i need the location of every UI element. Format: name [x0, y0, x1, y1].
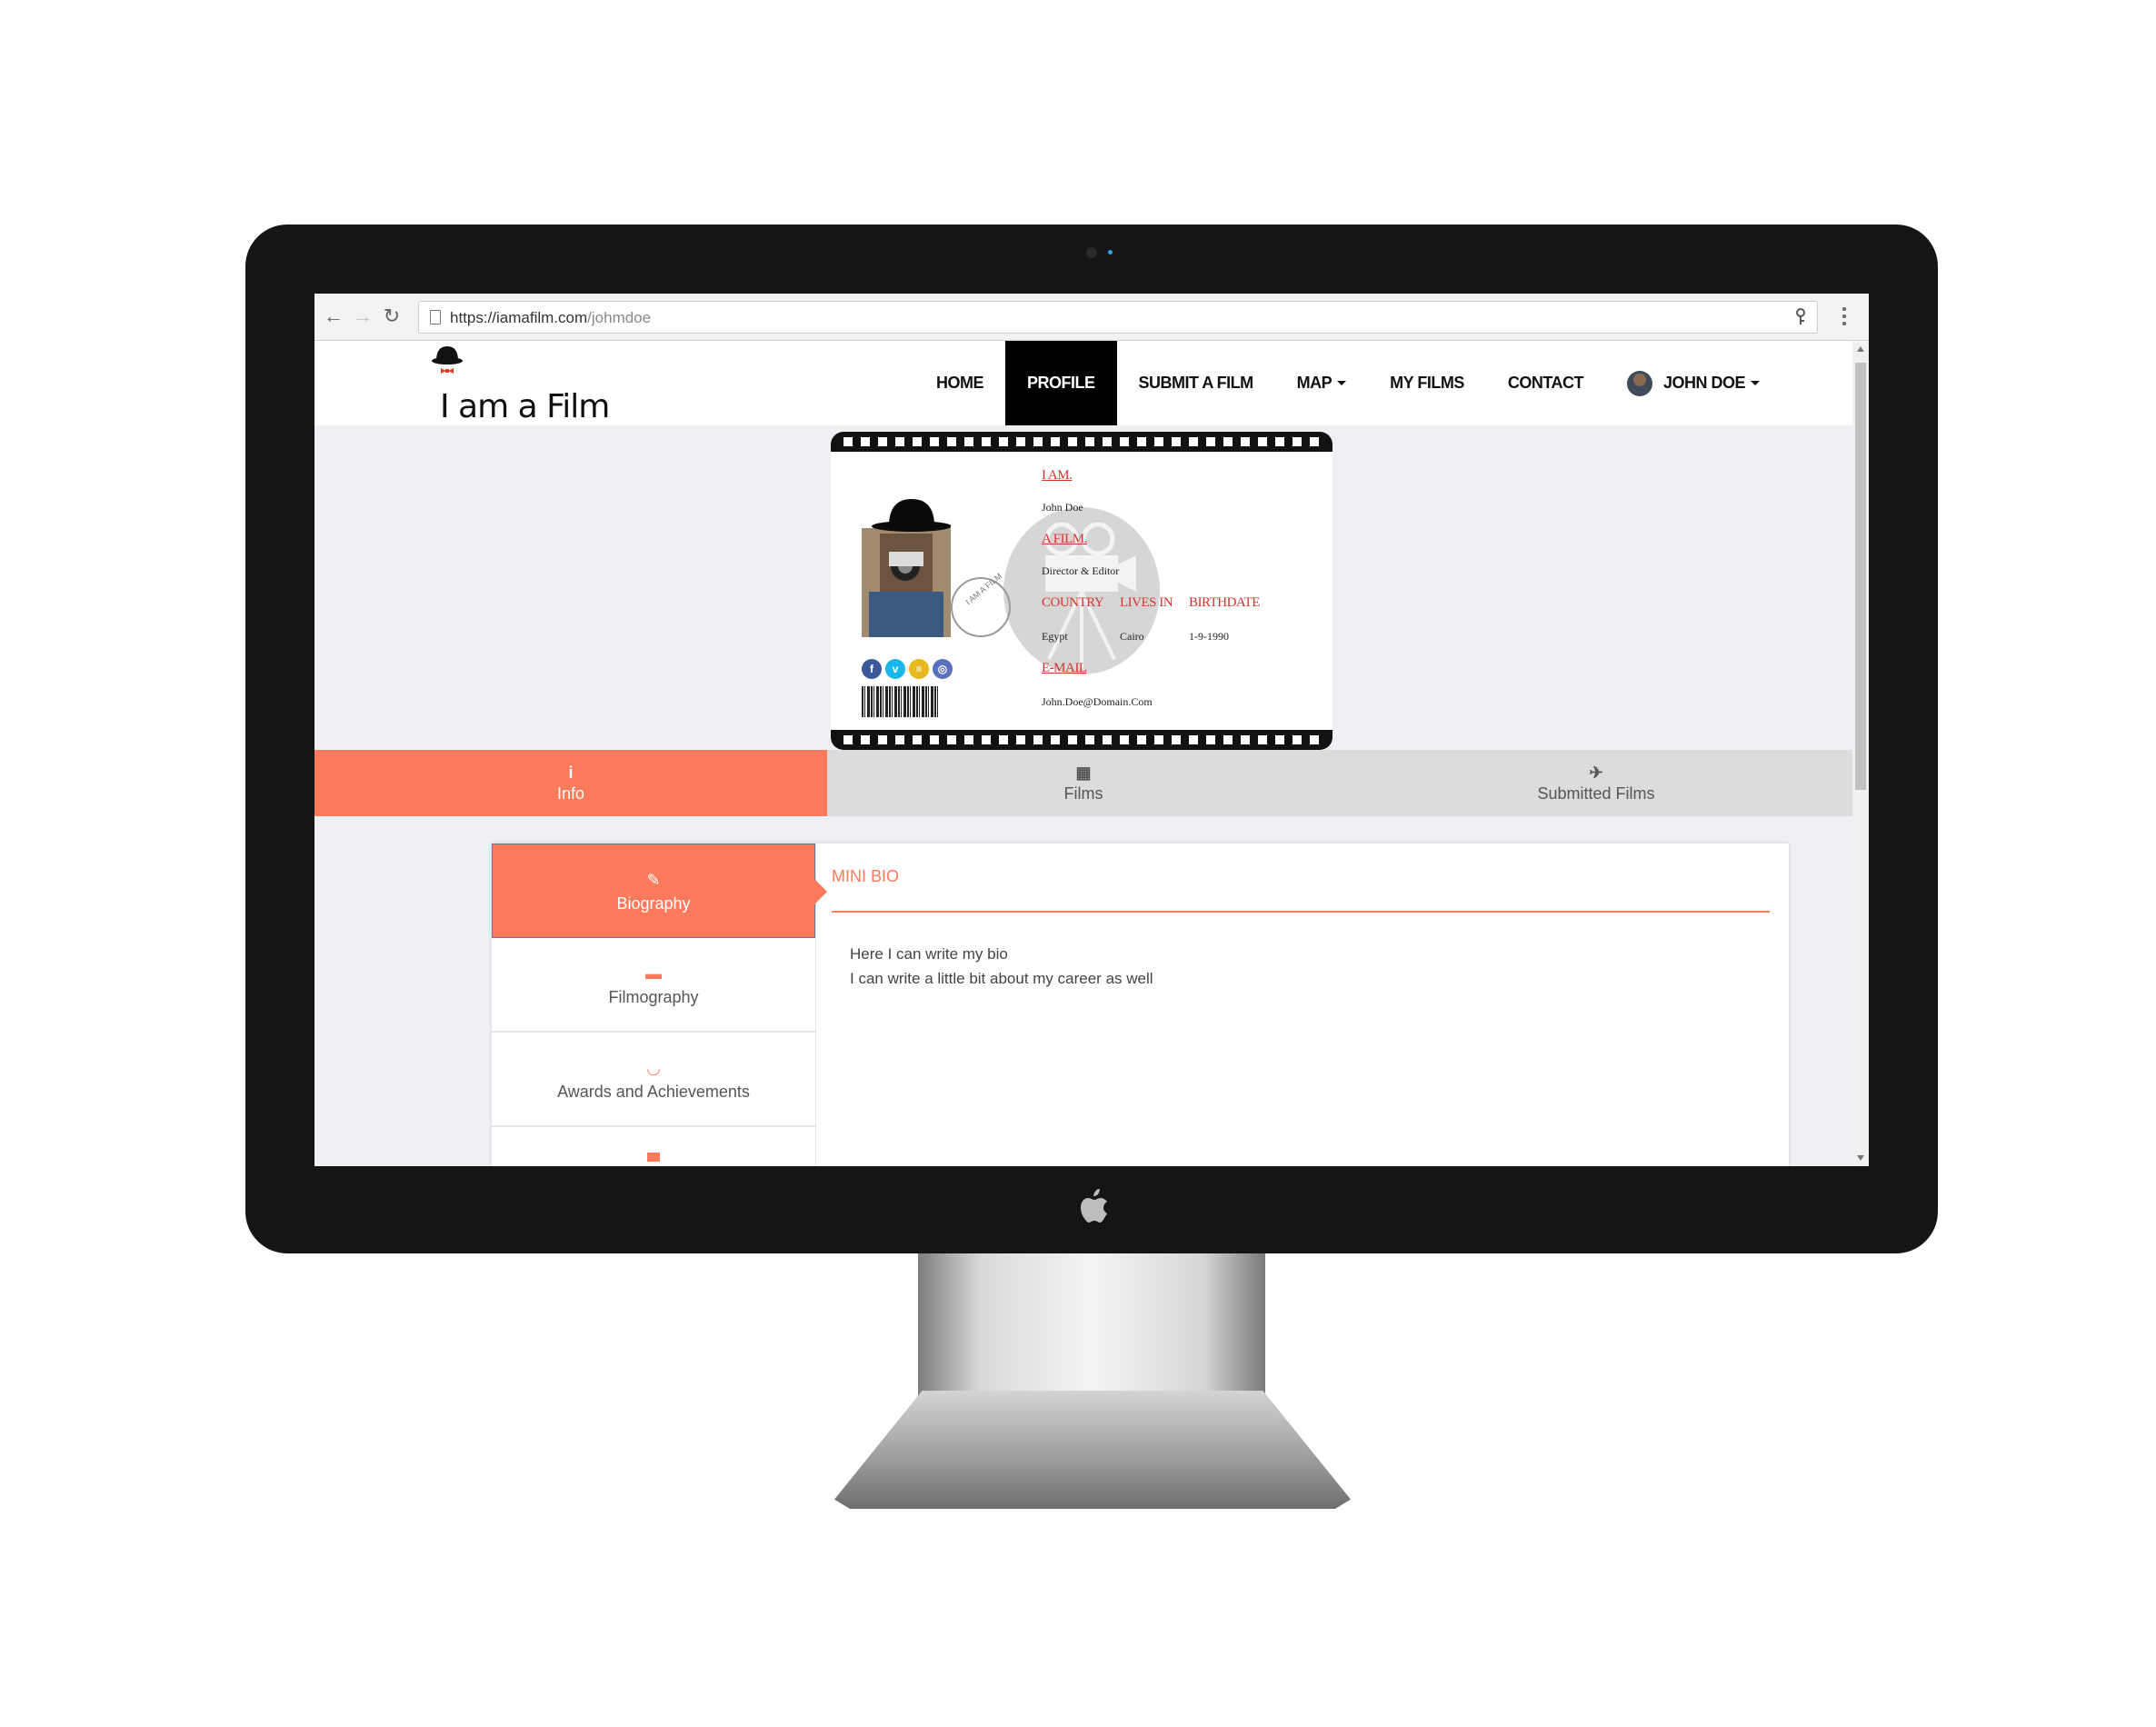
- monitor-stand-neck: [918, 1253, 1265, 1399]
- monitor-stand-foot: [834, 1391, 1351, 1509]
- mini-bio-divider: [832, 911, 1770, 913]
- tab-label: Submitted Films: [1537, 784, 1655, 803]
- info-panel: ✎ Biography ▬ Filmography ◡ Awards and Achiev…: [492, 844, 1789, 1166]
- side-tab-awards-and-achievements[interactable]: ◡ Awards and Achievements: [492, 1033, 815, 1127]
- site-logo[interactable]: I am a Film: [429, 343, 610, 425]
- nav-label: HOME: [936, 374, 984, 392]
- tab-label: Films: [1063, 784, 1103, 803]
- bio-line-2: I can write a little bit about my career…: [850, 970, 1153, 987]
- nav-user-menu[interactable]: JOHN DOE: [1605, 341, 1782, 425]
- side-tab-biography[interactable]: ✎ Biography: [492, 844, 827, 938]
- film-strip-bottom: [831, 730, 1333, 750]
- edit-icon: ✎: [646, 870, 661, 889]
- stamp-text: I AM A FILM: [963, 571, 1004, 607]
- birthdate-label: BIRTHDATE: [1189, 595, 1260, 610]
- user-avatar: [1627, 370, 1652, 396]
- facebook-icon[interactable]: f: [862, 659, 882, 679]
- profile-email: John.Doe@Domain.Com: [1042, 695, 1153, 708]
- nav-home[interactable]: HOME: [914, 341, 1005, 425]
- postmark-stamp: I AM A FILM: [951, 572, 1011, 637]
- web-page: I am a Film HOME PROFILE SUBMIT A FILM MAP M…: [314, 341, 1852, 1166]
- nav-my-films[interactable]: MY FILMS: [1368, 341, 1486, 425]
- profile-country: Egypt: [1042, 630, 1068, 643]
- lives-in-label: LIVES IN: [1120, 595, 1173, 610]
- imdb-icon[interactable]: ≡: [909, 659, 929, 679]
- tab-info[interactable]: i Info: [314, 750, 827, 816]
- page-icon: [430, 310, 441, 324]
- logo-text: I am a Film: [440, 388, 610, 425]
- profile-photo: [862, 499, 951, 637]
- info-side-tabs: ✎ Biography ▬ Filmography ◡ Awards and Achiev…: [492, 844, 827, 1166]
- film-camera-watermark-icon: [1003, 507, 1160, 674]
- side-tab-next[interactable]: [492, 1127, 815, 1166]
- reload-icon[interactable]: ↻: [382, 306, 402, 326]
- nav-label: MY FILMS: [1390, 374, 1464, 392]
- url-host: https://iamafilm.com: [450, 309, 588, 326]
- bio-line-1: Here I can write my bio: [850, 945, 1008, 963]
- stage: ← → ↻ https://iamafilm.com/johmdoe I am …: [0, 0, 2156, 1727]
- profile-name: John Doe: [1042, 501, 1083, 514]
- film-icon: ▦: [1075, 764, 1092, 782]
- instagram-icon[interactable]: ◎: [933, 659, 953, 679]
- webcam-led: [1108, 250, 1113, 255]
- bio-text: Here I can write my bio I can write a li…: [850, 942, 1153, 991]
- tab-submitted-films[interactable]: ✈ Submitted Films: [1340, 750, 1852, 816]
- side-tab-filmography[interactable]: ▬ Filmography: [492, 938, 815, 1033]
- screen: ← → ↻ https://iamafilm.com/johmdoe I am …: [314, 294, 1869, 1166]
- key-icon[interactable]: [1793, 308, 1808, 326]
- barcode: [862, 686, 940, 717]
- country-label: COUNTRY: [1042, 595, 1104, 610]
- back-arrow-icon[interactable]: ←: [324, 306, 344, 326]
- address-bar[interactable]: https://iamafilm.com/johmdoe: [418, 301, 1818, 334]
- user-name: JOHN DOE: [1663, 374, 1746, 392]
- profile-role: Director & Editor: [1042, 564, 1120, 577]
- plane-icon: ✈: [1589, 764, 1603, 782]
- nav-profile[interactable]: PROFILE: [1005, 341, 1117, 425]
- vimeo-icon[interactable]: v: [885, 659, 905, 679]
- apple-logo-icon: [1081, 1189, 1107, 1223]
- nav-contact[interactable]: CONTACT: [1486, 341, 1605, 425]
- tab-films[interactable]: ▦ Films: [827, 750, 1340, 816]
- webcam: [1086, 247, 1097, 258]
- email-label: E-MAIL: [1042, 661, 1087, 675]
- iam-label: I AM.: [1042, 468, 1073, 483]
- url-path: /johmdoe: [587, 309, 652, 326]
- browser-menu-icon[interactable]: [1842, 307, 1847, 327]
- address-text[interactable]: https://iamafilm.com/johmdoe: [450, 309, 651, 327]
- next-tab-icon: [647, 1153, 660, 1162]
- nav-label: PROFILE: [1027, 374, 1095, 392]
- nav-label: SUBMIT A FILM: [1138, 374, 1254, 392]
- scroll-up-arrow-icon[interactable]: [1857, 346, 1864, 352]
- bowler-hat-icon: [432, 346, 463, 374]
- tab-label: Info: [556, 784, 585, 803]
- nav-map[interactable]: MAP: [1275, 341, 1369, 425]
- site-header: I am a Film HOME PROFILE SUBMIT A FILM MAP M…: [314, 341, 1852, 425]
- profile-id-card: I AM A FILM f v ≡ ◎ I AM. John Doe A FILM. …: [831, 432, 1333, 750]
- side-tab-label: Awards and Achievements: [557, 1082, 750, 1101]
- social-links: f v ≡ ◎: [862, 659, 953, 679]
- nav-submit-a-film[interactable]: SUBMIT A FILM: [1117, 341, 1275, 425]
- nav-label: MAP: [1296, 374, 1333, 392]
- profile-city: Cairo: [1120, 630, 1144, 643]
- nav-label: CONTACT: [1507, 374, 1584, 392]
- profile-tabs: i Info ▦ Films ✈ Submitted Films: [314, 750, 1852, 816]
- side-tab-label: Biography: [616, 893, 691, 913]
- mini-bio-title: MINI BIO: [832, 867, 900, 885]
- caret-down-icon: [1751, 381, 1761, 385]
- caret-down-icon: [1337, 381, 1347, 385]
- film-strip-top: [831, 432, 1333, 452]
- scroll-down-arrow-icon[interactable]: [1857, 1155, 1864, 1161]
- briefcase-icon: ▬: [645, 963, 662, 983]
- browser-toolbar: ← → ↻ https://iamafilm.com/johmdoe: [314, 294, 1869, 341]
- afilm-label: A FILM.: [1042, 532, 1087, 546]
- page-scrollbar[interactable]: [1852, 341, 1869, 1166]
- profile-birthdate: 1-9-1990: [1189, 630, 1229, 643]
- laurel-icon: ◡: [646, 1058, 661, 1077]
- main-nav: HOME PROFILE SUBMIT A FILM MAP MY FILMS CONTA…: [914, 341, 1782, 425]
- forward-arrow-icon[interactable]: →: [353, 306, 373, 326]
- scrollbar-thumb[interactable]: [1855, 363, 1866, 790]
- info-icon: i: [568, 764, 574, 782]
- side-tab-label: Filmography: [608, 987, 699, 1006]
